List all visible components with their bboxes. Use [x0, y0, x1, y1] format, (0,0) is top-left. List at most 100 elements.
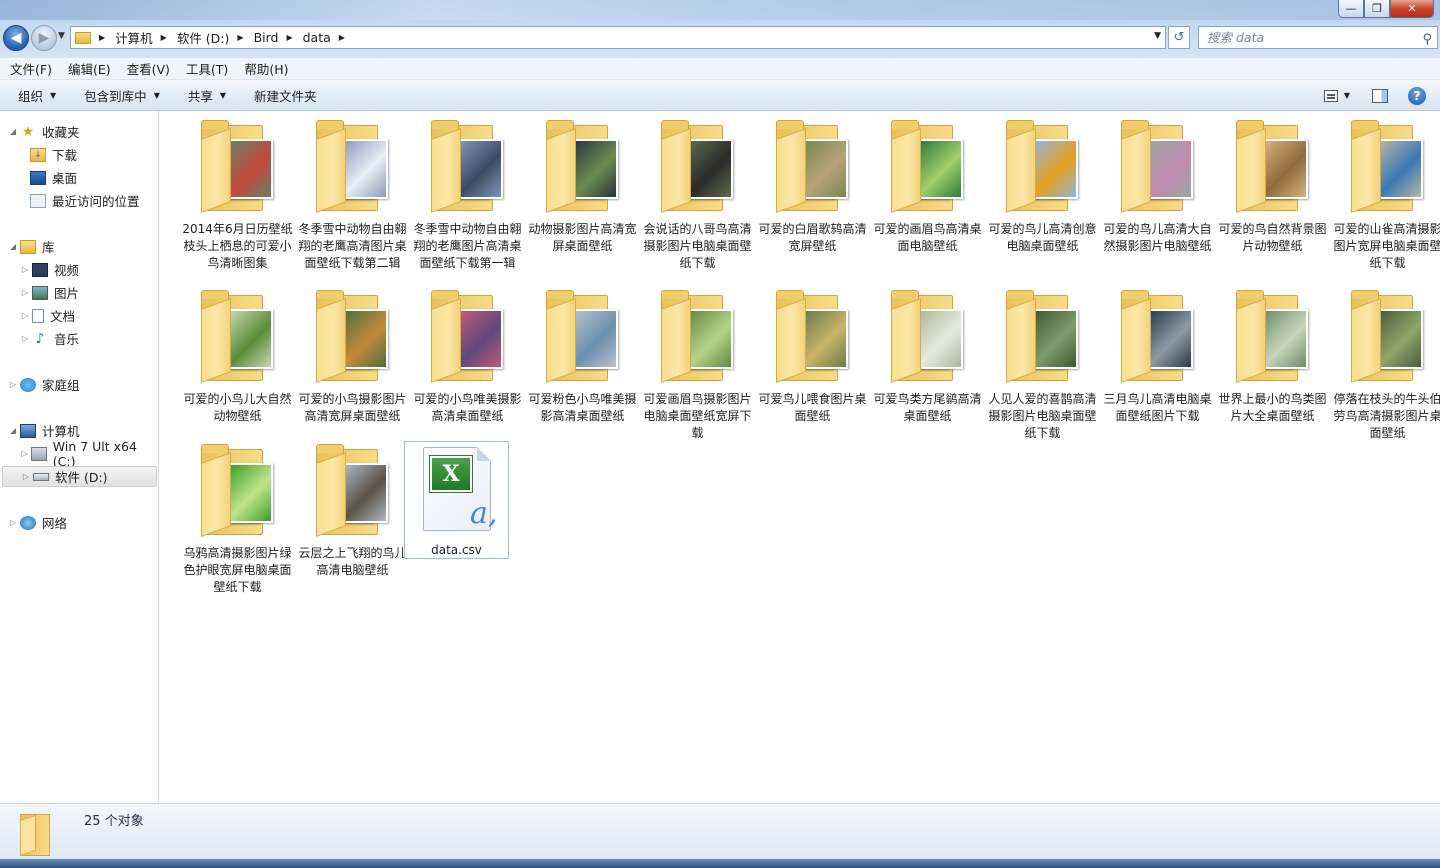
folder-name: 冬季雪中动物自由翱翔的老鹰图片高清桌面壁纸下载第一辑: [413, 222, 522, 270]
folder-thumbnail-icon: [197, 290, 279, 387]
folder-item[interactable]: 2014年6月日历壁纸枝头上栖息的可爱小鸟清晰图集: [180, 113, 295, 273]
breadcrumb-data[interactable]: data ▶: [303, 30, 355, 45]
folder-item[interactable]: 可爱画眉鸟摄影图片电脑桌面壁纸宽屏下载: [640, 283, 755, 443]
folder-name: 会说话的八哥鸟高清摄影图片电脑桌面壁纸下载: [643, 222, 752, 270]
preview-pane-icon[interactable]: [1372, 88, 1388, 103]
search-icon[interactable]: ⚲: [1422, 29, 1432, 50]
chevron-right-icon[interactable]: ▶: [237, 33, 243, 42]
menu-tools[interactable]: 工具(T): [186, 59, 228, 78]
folder-item[interactable]: 云层之上飞翔的鸟儿高清电脑壁纸: [295, 437, 410, 597]
chevron-right-icon[interactable]: ▷: [20, 449, 29, 458]
forward-button[interactable]: ▶: [31, 25, 57, 51]
chevron-right-icon[interactable]: ▷: [20, 311, 30, 320]
toolbar-right: ▼ ?: [1323, 80, 1440, 111]
folder-item[interactable]: 人见人爱的喜鹊高清摄影图片电脑桌面壁纸下载: [985, 283, 1100, 443]
refresh-button[interactable]: ↺: [1168, 26, 1190, 49]
folder-name: 可爱的小鸟摄影图片高清宽屏桌面壁纸: [298, 392, 407, 423]
folder-item[interactable]: 可爱鸟儿喂食图片桌面壁纸: [755, 283, 870, 443]
help-icon[interactable]: ?: [1408, 86, 1426, 105]
folder-item[interactable]: 可爱的鸟儿高清创意电脑桌面壁纸: [985, 113, 1100, 273]
menu-file[interactable]: 文件(F): [10, 59, 52, 78]
folder-item[interactable]: 世界上最小的鸟类图片大全桌面壁纸: [1215, 283, 1330, 443]
folder-thumbnail-icon: [1347, 290, 1429, 387]
chevron-right-icon[interactable]: ▶: [161, 33, 167, 42]
chevron-right-icon[interactable]: ▶: [286, 33, 292, 42]
nav-documents[interactable]: ▷ 文档: [0, 305, 158, 326]
folder-item[interactable]: 冬季雪中动物自由翱翔的老鹰高清图片桌面壁纸下载第二辑: [295, 113, 410, 273]
chevron-down-icon[interactable]: ▼: [1154, 31, 1161, 41]
address-bar[interactable]: ▶ 计算机 ▶ 软件 (D:) ▶ Bird ▶ data ▶ ▼: [70, 26, 1166, 49]
back-button[interactable]: ◀: [3, 25, 29, 51]
nav-homegroup[interactable]: ▷ 家庭组: [0, 374, 158, 395]
refresh-icon: ↺: [1173, 30, 1185, 45]
folder-item[interactable]: 可爱的小鸟儿大自然动物壁纸: [180, 283, 295, 443]
video-icon: [32, 262, 48, 277]
nav-recent-places[interactable]: 最近访问的位置: [0, 190, 158, 211]
folder-thumbnail-icon: [1117, 120, 1199, 217]
menu-help[interactable]: 帮助(H): [244, 59, 288, 78]
folder-item[interactable]: 可爱的鸟自然背景图片动物壁纸: [1215, 113, 1330, 273]
new-folder-button[interactable]: 新建文件夹: [254, 86, 317, 105]
organize-button[interactable]: 组织 ▼: [18, 86, 56, 105]
folder-item[interactable]: 乌鸦高清摄影图片绿色护眼宽屏电脑桌面壁纸下载: [180, 437, 295, 597]
menu-view[interactable]: 查看(V): [127, 59, 170, 78]
nav-drive-c[interactable]: ▷ Win 7 Ult x64 (C:): [0, 439, 158, 469]
nav-favorites[interactable]: ◢ ★ 收藏夹: [0, 121, 158, 142]
folder-item[interactable]: 可爱的小鸟唯美摄影高清桌面壁纸: [410, 283, 525, 443]
recent-pages-dropdown[interactable]: ▼: [58, 31, 65, 41]
chevron-right-icon[interactable]: ▷: [20, 265, 30, 274]
maximize-button[interactable]: ❐: [1364, 0, 1390, 18]
title-glass: [0, 0, 1440, 20]
nav-pictures[interactable]: ▷ 图片: [0, 282, 158, 303]
folder-item[interactable]: 可爱的山雀高清摄影图片宽屏电脑桌面壁纸下载: [1330, 113, 1440, 273]
folder-item[interactable]: 可爱的小鸟摄影图片高清宽屏桌面壁纸: [295, 283, 410, 443]
item-count: 25 个对象: [84, 814, 144, 829]
computer-icon: [20, 423, 36, 438]
folder-thumbnail-icon: [657, 290, 739, 387]
nav-libraries[interactable]: ◢ 库: [0, 236, 158, 257]
chevron-right-icon[interactable]: ▶: [99, 33, 105, 42]
folder-thumbnail-icon: [657, 120, 739, 217]
folder-thumbnail-icon: [542, 290, 624, 387]
folder-item[interactable]: 三月鸟儿高清电脑桌面壁纸图片下载: [1100, 283, 1215, 443]
chevron-right-icon[interactable]: ▷: [8, 518, 18, 527]
close-button[interactable]: ✕: [1390, 0, 1434, 18]
folder-item[interactable]: 可爱的画眉鸟高清桌面电脑壁纸: [870, 113, 985, 273]
chevron-right-icon[interactable]: ▷: [8, 380, 18, 389]
chevron-right-icon[interactable]: ▶: [339, 33, 345, 42]
menu-edit[interactable]: 编辑(E): [68, 59, 111, 78]
breadcrumb-drive-d[interactable]: 软件 (D:) ▶: [177, 28, 254, 47]
file-name: data.csv: [431, 543, 482, 557]
desktop-icon: [30, 170, 46, 185]
nav-drive-d[interactable]: ▷ 软件 (D:): [2, 466, 157, 487]
folder-item[interactable]: 会说话的八哥鸟高清摄影图片电脑桌面壁纸下载: [640, 113, 755, 273]
breadcrumb-bird[interactable]: Bird ▶: [254, 30, 303, 45]
chevron-right-icon[interactable]: ▷: [20, 288, 30, 297]
share-button[interactable]: 共享 ▼: [188, 86, 226, 105]
folder-item[interactable]: 可爱鸟类方尾鹟高清桌面壁纸: [870, 283, 985, 443]
chevron-right-icon[interactable]: ▷: [20, 334, 30, 343]
folder-item[interactable]: 可爱的白眉歌鸫高清宽屏壁纸: [755, 113, 870, 273]
folder-item[interactable]: 可爱的鸟儿高清大自然摄影图片电脑壁纸: [1100, 113, 1215, 273]
nav-downloads[interactable]: ↓ 下载: [0, 144, 158, 165]
folder-item[interactable]: 停落在枝头的牛头伯劳鸟高清摄影图片桌面壁纸: [1330, 283, 1440, 443]
chevron-down-icon[interactable]: ◢: [8, 242, 18, 251]
search-input[interactable]: 搜索 data ⚲: [1198, 26, 1438, 49]
minimize-button[interactable]: —: [1338, 0, 1364, 18]
nav-music[interactable]: ▷ ♪ 音乐: [0, 328, 158, 349]
include-in-library-button[interactable]: 包含到库中 ▼: [84, 86, 160, 105]
nav-network[interactable]: ▷ 网络: [0, 512, 158, 533]
folder-item[interactable]: 冬季雪中动物自由翱翔的老鹰图片高清桌面壁纸下载第一辑: [410, 113, 525, 273]
chevron-down-icon[interactable]: ▼: [1344, 91, 1350, 100]
chevron-down-icon[interactable]: ◢: [8, 127, 18, 136]
chevron-right-icon[interactable]: ▷: [21, 472, 31, 481]
documents-icon: [32, 308, 44, 323]
csv-file-item[interactable]: Xa, data.csv: [404, 441, 509, 559]
breadcrumb-computer[interactable]: 计算机 ▶: [115, 28, 177, 47]
folder-item[interactable]: 可爱粉色小鸟唯美摄影高清桌面壁纸: [525, 283, 640, 443]
nav-desktop[interactable]: 桌面: [0, 167, 158, 188]
change-view-icon[interactable]: [1323, 89, 1338, 102]
chevron-down-icon[interactable]: ◢: [8, 426, 18, 435]
folder-item[interactable]: 动物摄影图片高清宽屏桌面壁纸: [525, 113, 640, 273]
nav-videos[interactable]: ▷ 视频: [0, 259, 158, 280]
